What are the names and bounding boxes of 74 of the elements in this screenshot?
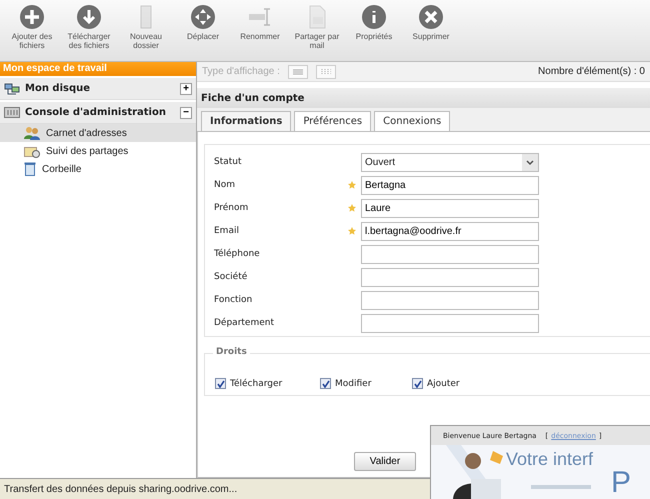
- toolbar-label: Renommer: [240, 32, 280, 41]
- sidebar-title: Mon espace de travail: [0, 62, 196, 76]
- toolbar-button[interactable]: Supprimer: [403, 4, 459, 61]
- grid-icon: [320, 68, 331, 74]
- check-icon: [216, 380, 224, 388]
- field-label: Statut: [214, 157, 243, 167]
- console-icon: [4, 107, 20, 118]
- toolbar-label: Propriétés: [356, 32, 392, 41]
- panel-title: Fiche d'un compte: [197, 88, 650, 108]
- toolbar-button[interactable]: Télécharger des fichiers: [61, 4, 117, 61]
- people-icon: [24, 126, 40, 140]
- toolbar-label: Télécharger des fichiers: [68, 32, 110, 50]
- view-type-label: Type d'affichage :: [202, 66, 280, 77]
- envelope-clock-icon: [24, 144, 40, 158]
- tab[interactable]: Préférences: [294, 111, 372, 131]
- checkbox-option[interactable]: Ajouter: [412, 372, 517, 395]
- toolbar-label: Ajouter des fichiers: [12, 32, 52, 50]
- tab[interactable]: Informations: [201, 111, 292, 131]
- checkbox[interactable]: [320, 378, 331, 389]
- field-label: Fonction: [214, 295, 254, 305]
- sidebar-section[interactable]: Console d'administration −: [0, 102, 196, 124]
- item-count: Nombre d'élément(s) : 0: [538, 66, 645, 77]
- status-dropdown[interactable]: Ouvert: [361, 152, 539, 172]
- checkbox[interactable]: [215, 378, 226, 389]
- item-label: Suivi des partages: [46, 146, 128, 156]
- sidebar-item[interactable]: Corbeille: [0, 160, 196, 178]
- checkbox[interactable]: [412, 378, 423, 389]
- banner-heading: Votre interf: [506, 449, 594, 470]
- check-icon: [414, 380, 422, 388]
- field-label: Société: [214, 272, 248, 282]
- toolbar-label: Supprimer: [412, 32, 450, 41]
- trash-icon: [24, 162, 36, 176]
- toolbar-button[interactable]: Déplacer: [175, 4, 231, 61]
- sidebar-item[interactable]: Carnet d'adresses: [0, 124, 196, 142]
- network-icon: [4, 82, 20, 94]
- section-label: Console d'administration: [25, 107, 167, 118]
- toolbar-button[interactable]: Ajouter des fichiers: [4, 4, 60, 61]
- toolbar-button[interactable]: Propriétés: [346, 4, 402, 61]
- field-label: Département: [214, 318, 275, 328]
- check-icon: [322, 380, 330, 388]
- list-icon: [292, 68, 303, 74]
- toolbar-label: Partager par mail: [294, 32, 340, 50]
- tab[interactable]: Connexions: [374, 111, 450, 131]
- checkbox-option[interactable]: Télécharger: [215, 372, 320, 395]
- sidebar-section[interactable]: Mon disque +: [0, 78, 196, 100]
- field-label: Prénom: [214, 203, 250, 213]
- sidebar-item[interactable]: Suivi des partages: [0, 142, 196, 160]
- grid-view-button[interactable]: [316, 64, 336, 78]
- field-label: Nom: [214, 180, 236, 190]
- field-label: Téléphone: [214, 249, 261, 259]
- text-field[interactable]: [361, 314, 539, 332]
- item-label: Carnet d'adresses: [46, 128, 127, 138]
- move-icon: [190, 4, 216, 30]
- text-field[interactable]: [361, 268, 539, 286]
- text-field[interactable]: [361, 290, 539, 310]
- toolbar-label: Nouveau dossier: [130, 32, 162, 50]
- toolbar-label: Déplacer: [186, 32, 219, 41]
- download-icon: [76, 4, 102, 30]
- list-view-button[interactable]: [288, 64, 308, 78]
- item-label: Corbeille: [42, 164, 82, 174]
- toggle-button[interactable]: +: [180, 82, 192, 94]
- field-label: Email: [214, 226, 240, 236]
- text-field[interactable]: Laure: [361, 198, 539, 218]
- checkbox-option[interactable]: Modifier: [320, 372, 412, 395]
- add-icon: [19, 4, 45, 30]
- close-icon: [418, 4, 444, 30]
- text-field[interactable]: [361, 244, 539, 264]
- section-label: Mon disque: [25, 83, 92, 94]
- submit-button[interactable]: Valider: [354, 452, 416, 471]
- text-field[interactable]: Bertagna: [361, 176, 539, 194]
- info-icon: [361, 4, 387, 30]
- text-field[interactable]: l.bertagna@oodrive.fr: [361, 222, 539, 240]
- group-title: Droits: [213, 347, 250, 357]
- toggle-button[interactable]: −: [180, 106, 192, 118]
